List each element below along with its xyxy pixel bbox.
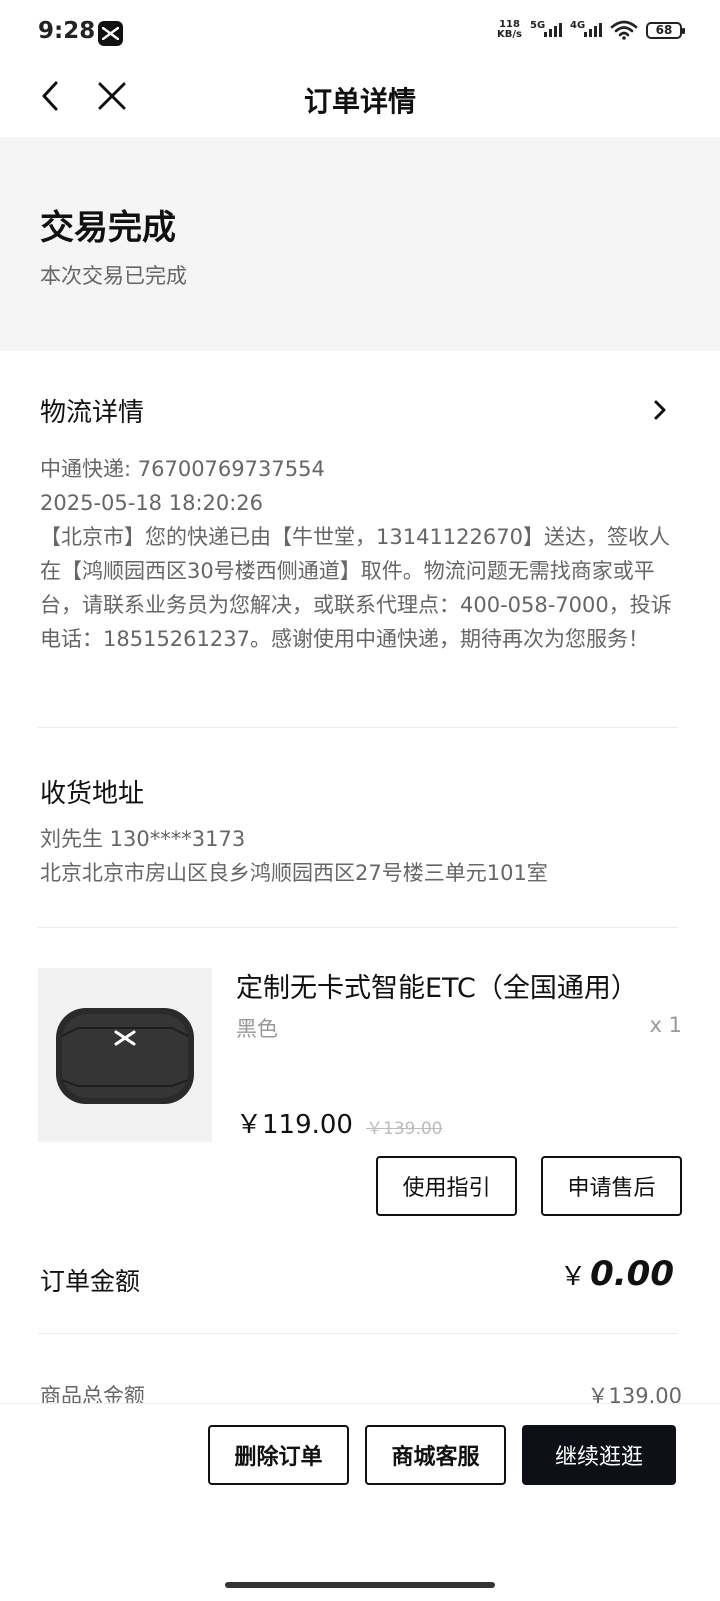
usage-guide-button[interactable]: 使用指引 [376,1156,517,1216]
logistics-message: 【北京市】您的快递已由【牛世堂，13141122670】送达，签收人在【鸿顺园西… [40,525,672,651]
net-speed: 118 KB/s [497,19,522,40]
logistics-more-button[interactable] [650,398,670,422]
order-status-title: 交易完成 [40,208,176,248]
signal-5g-icon: 5G [530,20,562,37]
product-quantity: x 1 [649,1013,682,1037]
home-indicator[interactable] [225,1582,495,1588]
divider [38,727,678,728]
address-detail: 北京北京市房山区良乡鸿顺园西区27号楼三单元101室 [40,861,548,885]
status-indicators: 118 KB/s 5G 4G 68 [497,19,685,40]
order-amount-label: 订单金额 [40,1267,141,1296]
currency-symbol: ￥ [560,1262,587,1292]
order-amount-number: 0.00 [590,1254,674,1294]
divider [38,1333,678,1334]
logistics-carrier: 中通快递: 76700769737554 [40,457,325,481]
continue-shopping-button[interactable]: 继续逛逛 [522,1425,676,1485]
battery-icon: 68 [646,21,685,39]
status-time: 9:28 [38,18,96,44]
after-sale-button[interactable]: 申请售后 [541,1156,682,1216]
order-amount-value: ￥ 0.00 [560,1254,674,1294]
address-name-phone: 刘先生 130****3173 [40,827,246,851]
product-name[interactable]: 定制无卡式智能ETC（全国通用） [236,966,638,1005]
product-price: ￥119.00 [236,1110,353,1140]
wifi-icon [610,20,638,40]
product-variant: 黑色 [236,1017,278,1041]
signal-4g-icon: 4G [570,20,602,37]
logistics-title[interactable]: 物流详情 [40,392,144,429]
delete-order-button[interactable]: 删除订单 [208,1425,349,1485]
product-image[interactable] [38,968,212,1142]
app-logo-icon [98,21,123,46]
customer-service-button[interactable]: 商城客服 [365,1425,506,1485]
address-title: 收货地址 [40,779,145,809]
divider [38,927,678,928]
chevron-right-icon [654,400,666,420]
page-title: 订单详情 [303,85,416,118]
etc-device-icon [56,1008,194,1104]
order-status-subtitle: 本次交易已完成 [40,264,187,288]
logistics-time: 2025-05-18 18:20:26 [40,491,264,515]
product-original-price: ￥139.00 [366,1119,443,1139]
